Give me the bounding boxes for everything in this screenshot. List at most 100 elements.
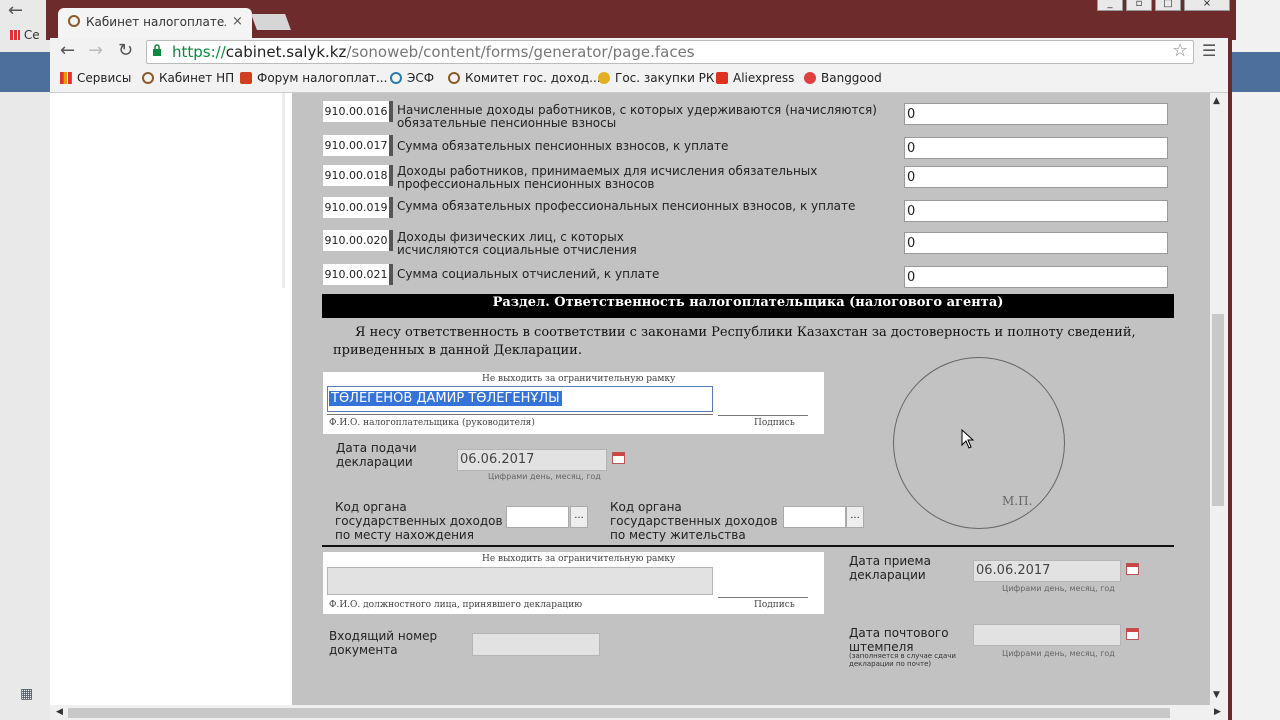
sign-caption: Подпись — [754, 418, 795, 428]
tab-title: Кабинет налогоплательщ — [86, 15, 226, 29]
url-text[interactable]: https://cabinet.salyk.kz/sonoweb/content… — [172, 43, 695, 61]
tab-favicon-icon — [68, 15, 80, 27]
mouse-cursor-icon — [961, 429, 975, 449]
taxpayer-fio-value: ТӨЛЕГЕНОВ ДАМИР ТӨЛЕГЕНҰЛЫ — [329, 391, 562, 406]
new-tab-button[interactable] — [251, 14, 291, 30]
bookmark-label: Кабинет НП — [159, 71, 235, 85]
url-path: /sonoweb/content/forms/generator/page.fa… — [346, 43, 695, 61]
official-signature-line — [718, 597, 808, 598]
receive-date-input[interactable]: 06.06.2017 — [973, 560, 1121, 582]
bookmark-committee[interactable]: Комитет гос. доход... — [448, 71, 601, 85]
calendar-icon[interactable] — [1126, 628, 1139, 640]
row-code: 910.00.020 — [323, 230, 393, 251]
bookmark-forum[interactable]: Форум налогоплат... — [240, 71, 387, 85]
bookmark-label: Форум налогоплат... — [257, 71, 388, 85]
row-value-input[interactable]: 0 — [904, 137, 1168, 159]
scroll-down-arrow-icon[interactable]: ▼ — [1213, 690, 1220, 700]
row-code: 910.00.016 — [323, 101, 393, 122]
bookmark-star-icon[interactable]: ☆ — [1172, 40, 1188, 61]
maximize-icon[interactable]: □ — [1155, 0, 1181, 11]
banggood-favicon-icon — [804, 72, 816, 84]
org-location-label: Код органа государственных доходов по ме… — [335, 500, 503, 542]
row-code: 910.00.017 — [323, 135, 393, 156]
url-host: cabinet.salyk.kz — [225, 43, 347, 61]
calendar-icon[interactable] — [612, 452, 625, 464]
postmark-note: (заполняется в случае сдачи декларации п… — [849, 652, 956, 668]
bookmark-services[interactable]: Сервисы — [60, 71, 131, 85]
horizontal-scrollbar-thumb[interactable] — [68, 708, 1170, 718]
left-panel — [50, 93, 290, 705]
row-value-input[interactable]: 0 — [904, 266, 1168, 288]
row-value-input[interactable]: 0 — [904, 103, 1168, 125]
desktop-right-strip — [1232, 0, 1280, 720]
desktop-left-text: Се — [23, 28, 40, 42]
org-residence-input[interactable] — [783, 506, 846, 528]
restore-icon[interactable]: ▫ — [1126, 0, 1152, 11]
aliexpress-favicon-icon — [716, 72, 728, 84]
incoming-number-label: Входящий номер документа — [329, 629, 438, 657]
scroll-up-arrow-icon[interactable]: ▲ — [1213, 96, 1220, 106]
left-panel-divider — [282, 93, 285, 288]
bookmark-label: Комитет гос. доход... — [465, 71, 601, 85]
tab-close-icon[interactable]: × — [232, 14, 243, 29]
scroll-right-arrow-icon[interactable]: ▶ — [1214, 707, 1221, 717]
postmark-date-input[interactable] — [973, 624, 1121, 646]
browser-menu-icon[interactable]: ☰ — [1202, 41, 1216, 60]
row-code: 910.00.019 — [323, 197, 393, 218]
bookmark-goszakup[interactable]: Гос. закупки РК — [598, 71, 714, 85]
calendar-icon[interactable] — [1126, 563, 1139, 575]
row-label: Сумма обязательных пенсионных взносов, к… — [397, 139, 729, 153]
row-label: Доходы работников, принимаемых для исчис… — [397, 164, 818, 191]
desktop-taskbar-icon[interactable]: ▦ — [20, 686, 33, 702]
date-hint: Цифрами день, месяц, год — [1002, 584, 1115, 593]
official-sign-caption: Подпись — [754, 600, 795, 610]
forward-arrow-icon[interactable]: → — [88, 40, 103, 61]
back-arrow-icon[interactable]: ← — [60, 40, 75, 61]
desktop-window-strip-right — [1232, 52, 1280, 92]
official-fio-input[interactable] — [327, 567, 713, 595]
close-window-icon[interactable]: × — [1184, 0, 1230, 11]
bookmark-label: Сервисы — [77, 71, 132, 85]
bookmark-aliexpress[interactable]: Aliexpress — [716, 71, 794, 85]
desktop-apps-label: Се — [10, 28, 40, 42]
row-code: 910.00.018 — [323, 165, 393, 186]
row-label: Сумма социальных отчислений, к уплате — [397, 267, 660, 281]
bookmark-cabinet-np[interactable]: Кабинет НП — [142, 71, 234, 85]
receive-date-label: Дата приема декларации — [849, 554, 931, 582]
row-label: Доходы физических лиц, с которых исчисля… — [397, 230, 637, 257]
apps-grid-icon — [60, 72, 72, 84]
org-location-picker-button[interactable]: ... — [570, 506, 588, 528]
row-code: 910.00.021 — [323, 264, 393, 285]
row-value-input[interactable]: 0 — [904, 232, 1168, 254]
bookmark-label: ЭСФ — [407, 71, 435, 85]
date-hint: Цифрами день, месяц, год — [488, 472, 601, 481]
vertical-scrollbar-thumb[interactable] — [1212, 314, 1224, 506]
seal-circle — [893, 357, 1065, 529]
bookmark-banggood[interactable]: Banggood — [804, 71, 882, 85]
scroll-left-arrow-icon[interactable]: ◀ — [56, 707, 63, 717]
submit-date-input[interactable]: 06.06.2017 — [457, 449, 607, 471]
row-label: Сумма обязательных профессиональных пенс… — [397, 199, 856, 213]
lock-icon — [153, 44, 161, 56]
incoming-number-input[interactable] — [472, 633, 600, 656]
minimize-icon[interactable]: _ — [1097, 0, 1123, 11]
reload-icon[interactable]: ↻ — [118, 40, 133, 61]
responsibility-statement: Я несу ответственность в соответствии с … — [333, 325, 1136, 358]
row-value-input[interactable]: 0 — [904, 200, 1168, 222]
date-hint: Цифрами день, месяц, год — [1002, 649, 1115, 658]
url-scheme: https:// — [172, 43, 226, 61]
official-fio-caption: Ф.И.О. должностного лица, принявшего дек… — [329, 600, 583, 610]
submit-date-label: Дата подачи декларации — [336, 441, 417, 469]
org-residence-picker-button[interactable]: ... — [846, 506, 864, 528]
cabinet-favicon-icon — [142, 72, 154, 84]
fio-underline — [327, 414, 713, 415]
bookmark-label: Aliexpress — [733, 71, 795, 85]
fio-caption: Ф.И.О. налогоплательщика (руководителя) — [329, 418, 535, 428]
bookmark-esf[interactable]: ЭСФ — [390, 71, 434, 85]
org-location-input[interactable] — [506, 506, 569, 528]
org-residence-label: Код органа государственных доходов по ме… — [610, 500, 778, 542]
desktop-back-arrow-icon[interactable]: ← — [8, 0, 23, 21]
row-value-input[interactable]: 0 — [904, 166, 1168, 188]
goszakup-favicon-icon — [598, 72, 610, 84]
signature-line — [718, 415, 808, 416]
